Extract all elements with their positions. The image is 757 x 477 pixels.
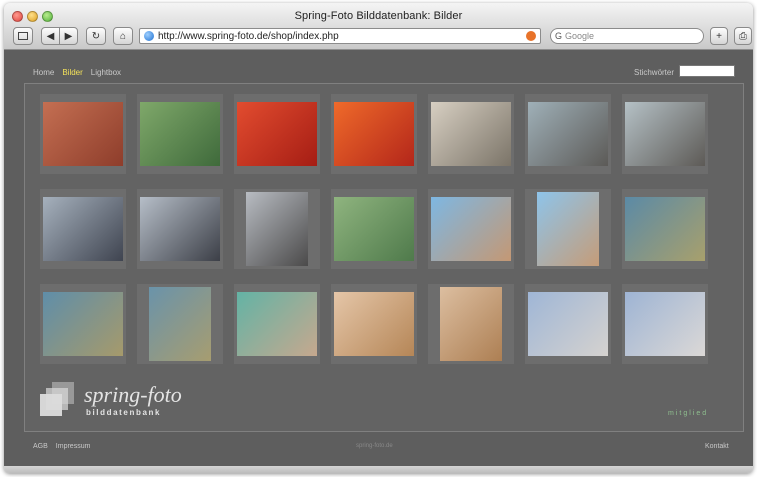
thumbnail-green-leaves[interactable] — [137, 94, 223, 174]
thumbnail-image — [431, 197, 511, 261]
webpage: Home Bilder Lightbox Stichwörter spring-… — [4, 50, 753, 466]
thumbnail-rope-knot-sky-2[interactable] — [525, 189, 611, 269]
thumbnail-image — [431, 102, 511, 166]
footer-impressum-link[interactable]: Impressum — [56, 443, 91, 450]
home-button[interactable]: ⌂ — [113, 27, 133, 45]
sidebar-icon — [18, 32, 28, 40]
forward-arrow-icon: ▶ — [64, 30, 73, 42]
sidebar-toggle-button[interactable] — [13, 27, 33, 45]
gallery-panel — [24, 83, 744, 432]
thumbnail-image — [528, 102, 608, 166]
thumbnail-image — [625, 292, 705, 356]
thumbnail-image — [440, 287, 502, 361]
thumbnail-dried-fish[interactable] — [331, 284, 417, 364]
thumbnail-image — [528, 292, 608, 356]
thumbnail-fish-stack-2[interactable] — [137, 189, 223, 269]
thumbnail-rope-knot-sky[interactable] — [428, 189, 514, 269]
thumbnail-fisherman-sitting[interactable] — [428, 94, 514, 174]
footer-center-text: spring-foto.de — [356, 443, 393, 449]
search-placeholder: Google — [565, 31, 595, 41]
window-title: Spring-Foto Bilddatenbank: Bilder — [294, 10, 463, 22]
thumbnail-bottle-sky-2[interactable] — [622, 284, 708, 364]
home-icon: ⌂ — [119, 30, 127, 42]
back-arrow-icon: ◀ — [46, 30, 55, 42]
logo-subtitle: bilddatenbank — [86, 408, 162, 417]
print-icon: ⎙ — [739, 30, 747, 42]
thumbnail-fish-row[interactable] — [234, 189, 320, 269]
thumbnail-image — [140, 197, 220, 261]
thumbnail-boat-pole-water-2[interactable] — [40, 284, 126, 364]
thumbnail-image — [43, 197, 123, 261]
globe-icon — [144, 31, 154, 41]
thumbnail-image — [334, 102, 414, 166]
thumbnail-image — [625, 197, 705, 261]
titlebar: Spring-Foto Bilddatenbank: Bilder ◀ ▶ ↻ … — [4, 3, 753, 50]
logo-stack-icon — [40, 380, 86, 420]
thumbnail-hands-net-water[interactable] — [234, 284, 320, 364]
browser-window: Spring-Foto Bilddatenbank: Bilder ◀ ▶ ↻ … — [4, 3, 753, 473]
logo-text: spring-foto — [84, 382, 182, 407]
reload-button[interactable]: ↻ — [86, 27, 106, 45]
print-button[interactable]: ⎙ — [734, 27, 752, 45]
google-search-icon: G — [555, 31, 563, 41]
nav-bilder[interactable]: Bilder — [62, 68, 82, 77]
thumbnail-bottle-sky[interactable] — [525, 284, 611, 364]
keyword-search-label: Stichwörter — [634, 68, 675, 77]
thumbnail-boat-pole-water-3[interactable] — [137, 284, 223, 364]
reload-icon: ↻ — [91, 30, 101, 42]
thumbnail-image — [246, 192, 308, 266]
search-field[interactable]: G Google — [550, 28, 704, 44]
main-nav: Home Bilder Lightbox — [33, 68, 121, 77]
thumbnail-green-net[interactable] — [331, 189, 417, 269]
thumbnail-fish-stack[interactable] — [40, 189, 126, 269]
status-bar — [4, 466, 753, 473]
thumbnail-image — [334, 197, 414, 261]
footer-links: AGB Impressum — [33, 443, 90, 450]
thumbnail-image — [334, 292, 414, 356]
footer-agb-link[interactable]: AGB — [33, 443, 48, 450]
thumbnail-image — [43, 292, 123, 356]
thumbnail-fish-in-bowl-2[interactable] — [622, 94, 708, 174]
nav-home[interactable]: Home — [33, 68, 54, 77]
thumbnail-image — [625, 102, 705, 166]
plus-icon: + — [716, 30, 722, 42]
thumbnail-cooking-fish-grill[interactable] — [40, 94, 126, 174]
forward-button[interactable]: ▶ — [59, 27, 78, 45]
url-text: http://www.spring-foto.de/shop/index.php — [158, 30, 339, 42]
thumbnail-red-flower-closeup[interactable] — [331, 94, 417, 174]
footer-contact-link[interactable]: Kontakt — [705, 443, 729, 450]
thumbnail-red-flower[interactable] — [234, 94, 320, 174]
thumbnail-image — [140, 102, 220, 166]
thumbnail-dried-fish-2[interactable] — [428, 284, 514, 364]
thumbnail-fish-in-bowl[interactable] — [525, 94, 611, 174]
rss-icon[interactable] — [526, 31, 536, 41]
add-bookmark-button[interactable]: + — [710, 27, 728, 45]
nav-lightbox[interactable]: Lightbox — [91, 68, 121, 77]
thumbnail-image — [237, 102, 317, 166]
back-button[interactable]: ◀ — [41, 27, 60, 45]
thumbnail-image — [149, 287, 211, 361]
thumbnail-image — [237, 292, 317, 356]
thumbnail-image — [43, 102, 123, 166]
keyword-search-input[interactable] — [679, 65, 735, 77]
thumbnail-image — [537, 192, 599, 266]
url-bar[interactable]: http://www.spring-foto.de/shop/index.php — [139, 28, 541, 44]
thumbnail-boat-pole-water[interactable] — [622, 189, 708, 269]
member-badge: mitglied — [668, 410, 709, 417]
